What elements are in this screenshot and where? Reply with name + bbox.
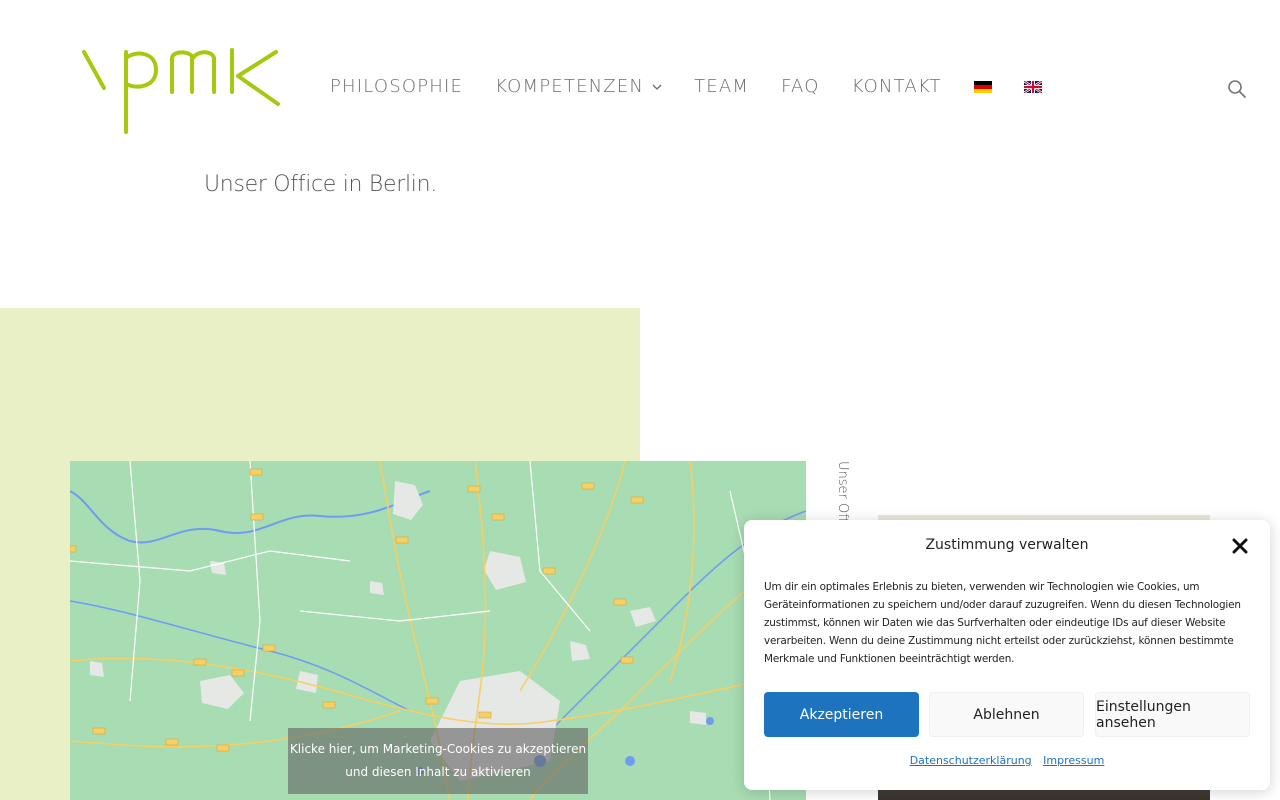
map-overlay-line2: und diesen Inhalt zu aktivieren: [345, 765, 531, 779]
close-icon[interactable]: [1231, 537, 1249, 555]
nav-item-philosophie[interactable]: PHILOSOPHIE: [330, 76, 463, 97]
uk-flag-icon[interactable]: [1023, 80, 1042, 93]
vertical-caption: Unser Office: [835, 461, 853, 521]
nav-label: KOMPETENZEN: [495, 76, 645, 97]
accept-button[interactable]: Akzeptieren: [764, 692, 919, 737]
map-cookie-overlay[interactable]: Klicke hier, um Marketing-Cookies zu akz…: [288, 728, 588, 794]
search-icon[interactable]: [1227, 79, 1247, 99]
chevron-down-icon: [652, 84, 662, 90]
cookie-dialog-text: Um dir ein optimales Erlebnis zu bieten,…: [764, 581, 1241, 665]
cookie-dialog-links: Datenschutzerklärung Impressum: [744, 754, 1270, 767]
imprint-link[interactable]: Impressum: [1043, 754, 1104, 767]
nav-item-faq[interactable]: FAQ: [781, 76, 819, 97]
main-nav: PHILOSOPHIE KOMPETENZEN TEAM FAQ KONTAKT: [330, 76, 1074, 97]
privacy-policy-link[interactable]: Datenschutzerklärung: [910, 754, 1032, 767]
nav-label: FAQ: [781, 76, 820, 97]
nav-item-kontakt[interactable]: KONTAKT: [852, 76, 942, 97]
vertical-caption-text: Unser Office: [835, 461, 850, 521]
nav-label: KONTAKT: [851, 76, 942, 97]
page-subtitle: Unser Office in Berlin.: [204, 172, 437, 197]
deny-button[interactable]: Ablehnen: [929, 692, 1084, 737]
nav-item-team[interactable]: TEAM: [694, 76, 749, 97]
nav-item-kompetenzen[interactable]: KOMPETENZEN: [495, 76, 662, 97]
vpmk-logo[interactable]: [82, 46, 282, 138]
nav-label: PHILOSOPHIE: [330, 76, 464, 97]
nav-label: TEAM: [694, 76, 750, 97]
cookie-consent-dialog: Zustimmung verwalten Um dir ein optimale…: [744, 520, 1270, 790]
german-flag-icon[interactable]: [973, 80, 992, 93]
cookie-dialog-title: Zustimmung verwalten: [925, 537, 1089, 553]
map-overlay-line1: Klicke hier, um Marketing-Cookies zu akz…: [289, 742, 587, 756]
view-preferences-button[interactable]: Einstellungen ansehen: [1095, 692, 1250, 737]
